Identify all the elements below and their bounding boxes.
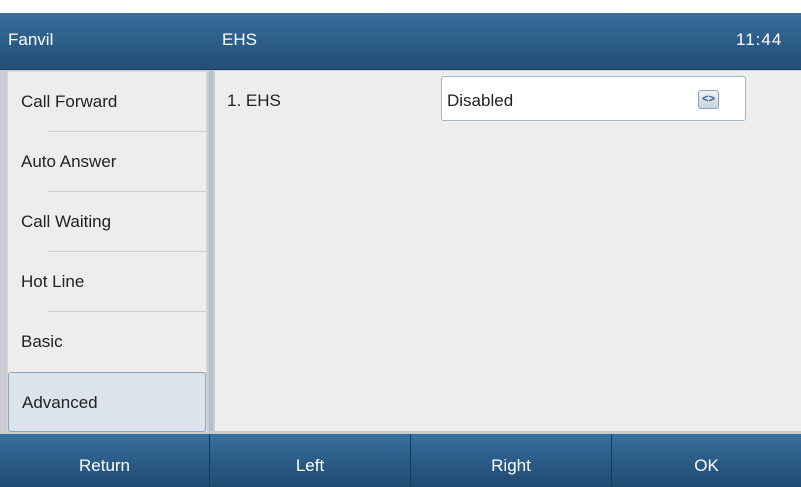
right-button[interactable]: Right <box>411 434 612 487</box>
softkey-bar: Return Left Right OK <box>0 434 801 487</box>
sidebar-item-call-waiting[interactable]: Call Waiting <box>8 192 206 252</box>
left-button[interactable]: Left <box>210 434 411 487</box>
sidebar-item-label: Basic <box>21 332 63 351</box>
sidebar-item-advanced[interactable]: Advanced <box>8 372 206 432</box>
sidebar-item-auto-answer[interactable]: Auto Answer <box>8 132 206 192</box>
ehs-value: Disabled <box>447 91 514 110</box>
header-bar: Fanvil EHS 11:44 <box>0 13 801 70</box>
phone-screen: Fanvil EHS 11:44 Call Forward Auto Answe… <box>0 13 801 487</box>
sidebar-item-label: Hot Line <box>21 272 85 291</box>
sidebar-item-label: Call Forward <box>21 92 118 111</box>
ok-button[interactable]: OK <box>612 434 801 487</box>
left-right-arrows-icon[interactable]: <> <box>698 90 719 109</box>
sidebar-item-hot-line[interactable]: Hot Line <box>8 252 206 312</box>
settings-panel: 1. EHS Disabled <> <box>215 71 801 431</box>
brand-label: Fanvil <box>8 30 54 49</box>
sidebar-item-basic[interactable]: Basic <box>8 312 206 372</box>
sidebar-item-label: Call Waiting <box>21 212 112 231</box>
page-title: EHS <box>222 30 257 49</box>
panel-divider <box>209 71 213 431</box>
sidebar-item-call-forward[interactable]: Call Forward <box>8 72 206 132</box>
sidebar-item-label: Advanced <box>22 393 98 412</box>
ehs-label: 1. EHS <box>227 91 281 110</box>
clock-time: 11:44 <box>736 30 783 49</box>
return-button[interactable]: Return <box>0 434 210 487</box>
sidebar-item-label: Auto Answer <box>21 152 117 171</box>
ehs-select[interactable]: Disabled <> <box>441 76 746 121</box>
sidebar-menu: Call Forward Auto Answer Call Waiting Ho… <box>7 71 207 432</box>
